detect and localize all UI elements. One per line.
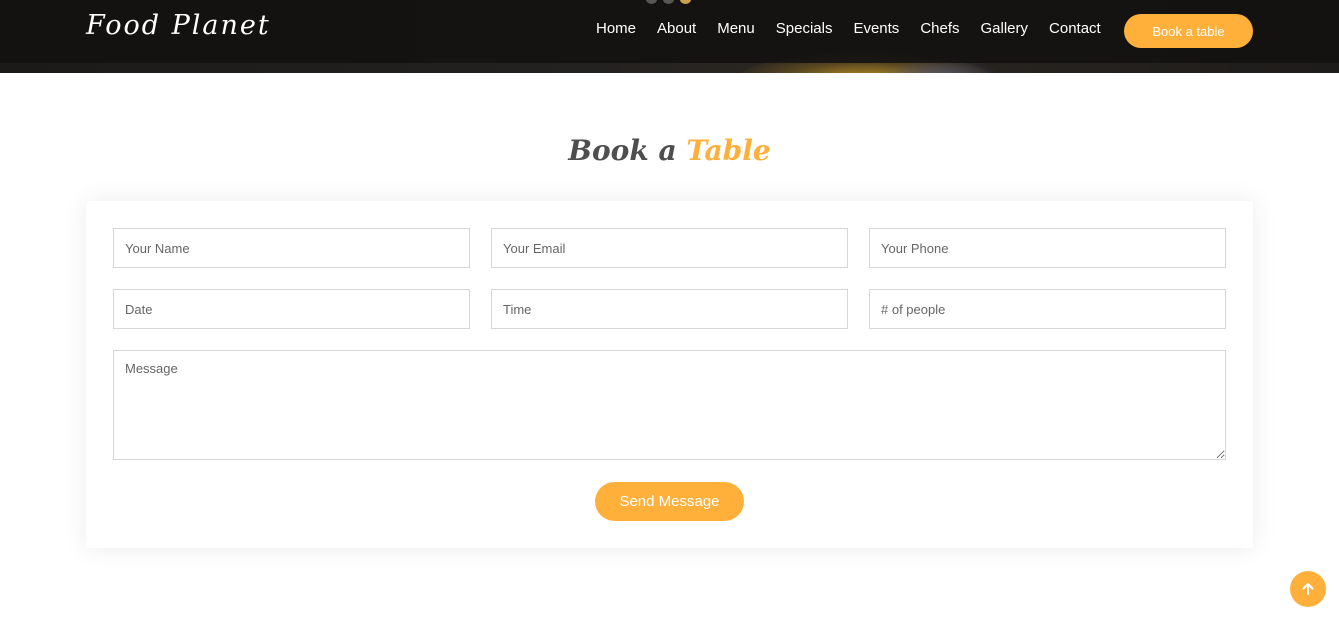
message-textarea[interactable] [113,350,1226,460]
carousel-indicators[interactable] [646,0,691,4]
nav-gallery[interactable]: Gallery [981,20,1029,37]
nav-events[interactable]: Events [853,20,899,37]
arrow-up-icon [1302,583,1314,595]
nav-menu[interactable]: Menu [717,20,755,37]
carousel-dot[interactable] [663,0,674,4]
carousel-dot-active[interactable] [680,0,691,4]
nav-home[interactable]: Home [596,20,636,37]
site-logo[interactable]: Food Planet [86,10,271,41]
carousel-dot[interactable] [646,0,657,4]
time-input[interactable] [491,289,848,329]
section-title-main: Book a [568,134,677,167]
nav-contact[interactable]: Contact [1049,20,1101,37]
email-input[interactable] [491,228,848,268]
phone-input[interactable] [869,228,1226,268]
section-title-accent: Table [686,134,771,167]
main-nav: Home About Menu Specials Events Chefs Ga… [596,20,1122,37]
section-title: Book a Table [0,134,1339,167]
book-table-button[interactable]: Book a table [1124,14,1253,48]
back-to-top-button[interactable] [1290,571,1326,607]
nav-specials[interactable]: Specials [776,20,833,37]
send-message-button[interactable]: Send Message [595,482,744,521]
booking-form: Send Message [86,201,1253,548]
name-input[interactable] [113,228,470,268]
date-input[interactable] [113,289,470,329]
site-header: Food Planet Home About Menu Specials Eve… [0,0,1339,63]
people-input[interactable] [869,289,1226,329]
nav-chefs[interactable]: Chefs [920,20,959,37]
nav-about[interactable]: About [657,20,696,37]
